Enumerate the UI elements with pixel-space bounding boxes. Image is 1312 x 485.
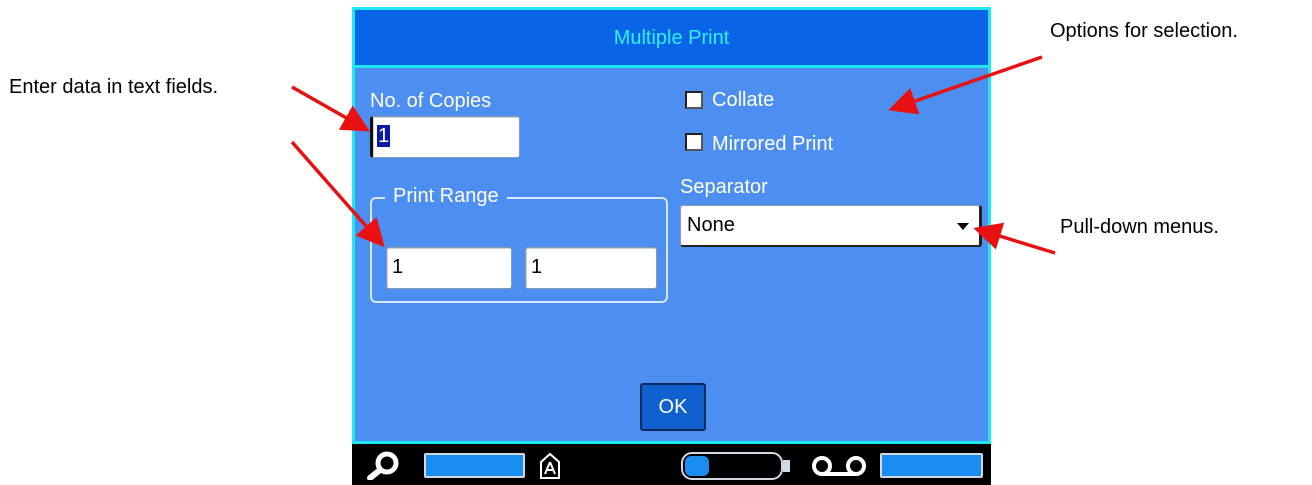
dialog-title: Multiple Print — [355, 10, 988, 68]
callout-text-fields: Enter data in text fields. — [9, 76, 219, 98]
copies-input[interactable]: 1 — [370, 116, 520, 158]
ribbon-cassette-icon — [812, 456, 866, 476]
separator-label: Separator — [680, 176, 768, 198]
collate-checkbox[interactable] — [685, 91, 703, 109]
mirrored-print-checkbox[interactable] — [685, 133, 703, 151]
separator-select[interactable]: None — [680, 205, 982, 247]
status-level-bar-2 — [880, 453, 983, 478]
ok-button[interactable]: OK — [640, 383, 706, 431]
copies-value: 1 — [377, 125, 391, 147]
arrow-to-pulldown — [973, 222, 1056, 255]
search-icon — [367, 451, 399, 480]
multiple-print-dialog: Multiple Print No. of Copies 1 Print Ran… — [352, 7, 991, 444]
label-type-icon — [540, 452, 560, 479]
copies-label: No. of Copies — [370, 90, 492, 112]
callout-pulldown: Pull-down menus. — [1060, 216, 1219, 238]
callout-options: Options for selection. — [1050, 20, 1238, 42]
chevron-down-icon — [957, 223, 969, 230]
print-range-from-value: 1 — [392, 256, 404, 278]
print-range-to-value: 1 — [531, 256, 543, 278]
status-bar — [352, 444, 991, 485]
status-level-bar-1 — [424, 453, 525, 478]
mirrored-print-label: Mirrored Print — [712, 133, 834, 155]
print-range-to-input[interactable]: 1 — [525, 247, 657, 289]
collate-label: Collate — [712, 89, 775, 111]
battery-icon — [681, 452, 790, 480]
device-screen: Multiple Print No. of Copies 1 Print Ran… — [352, 7, 991, 485]
separator-value: None — [687, 214, 735, 236]
print-range-from-input[interactable]: 1 — [386, 247, 512, 289]
print-range-label: Print Range — [385, 185, 507, 208]
